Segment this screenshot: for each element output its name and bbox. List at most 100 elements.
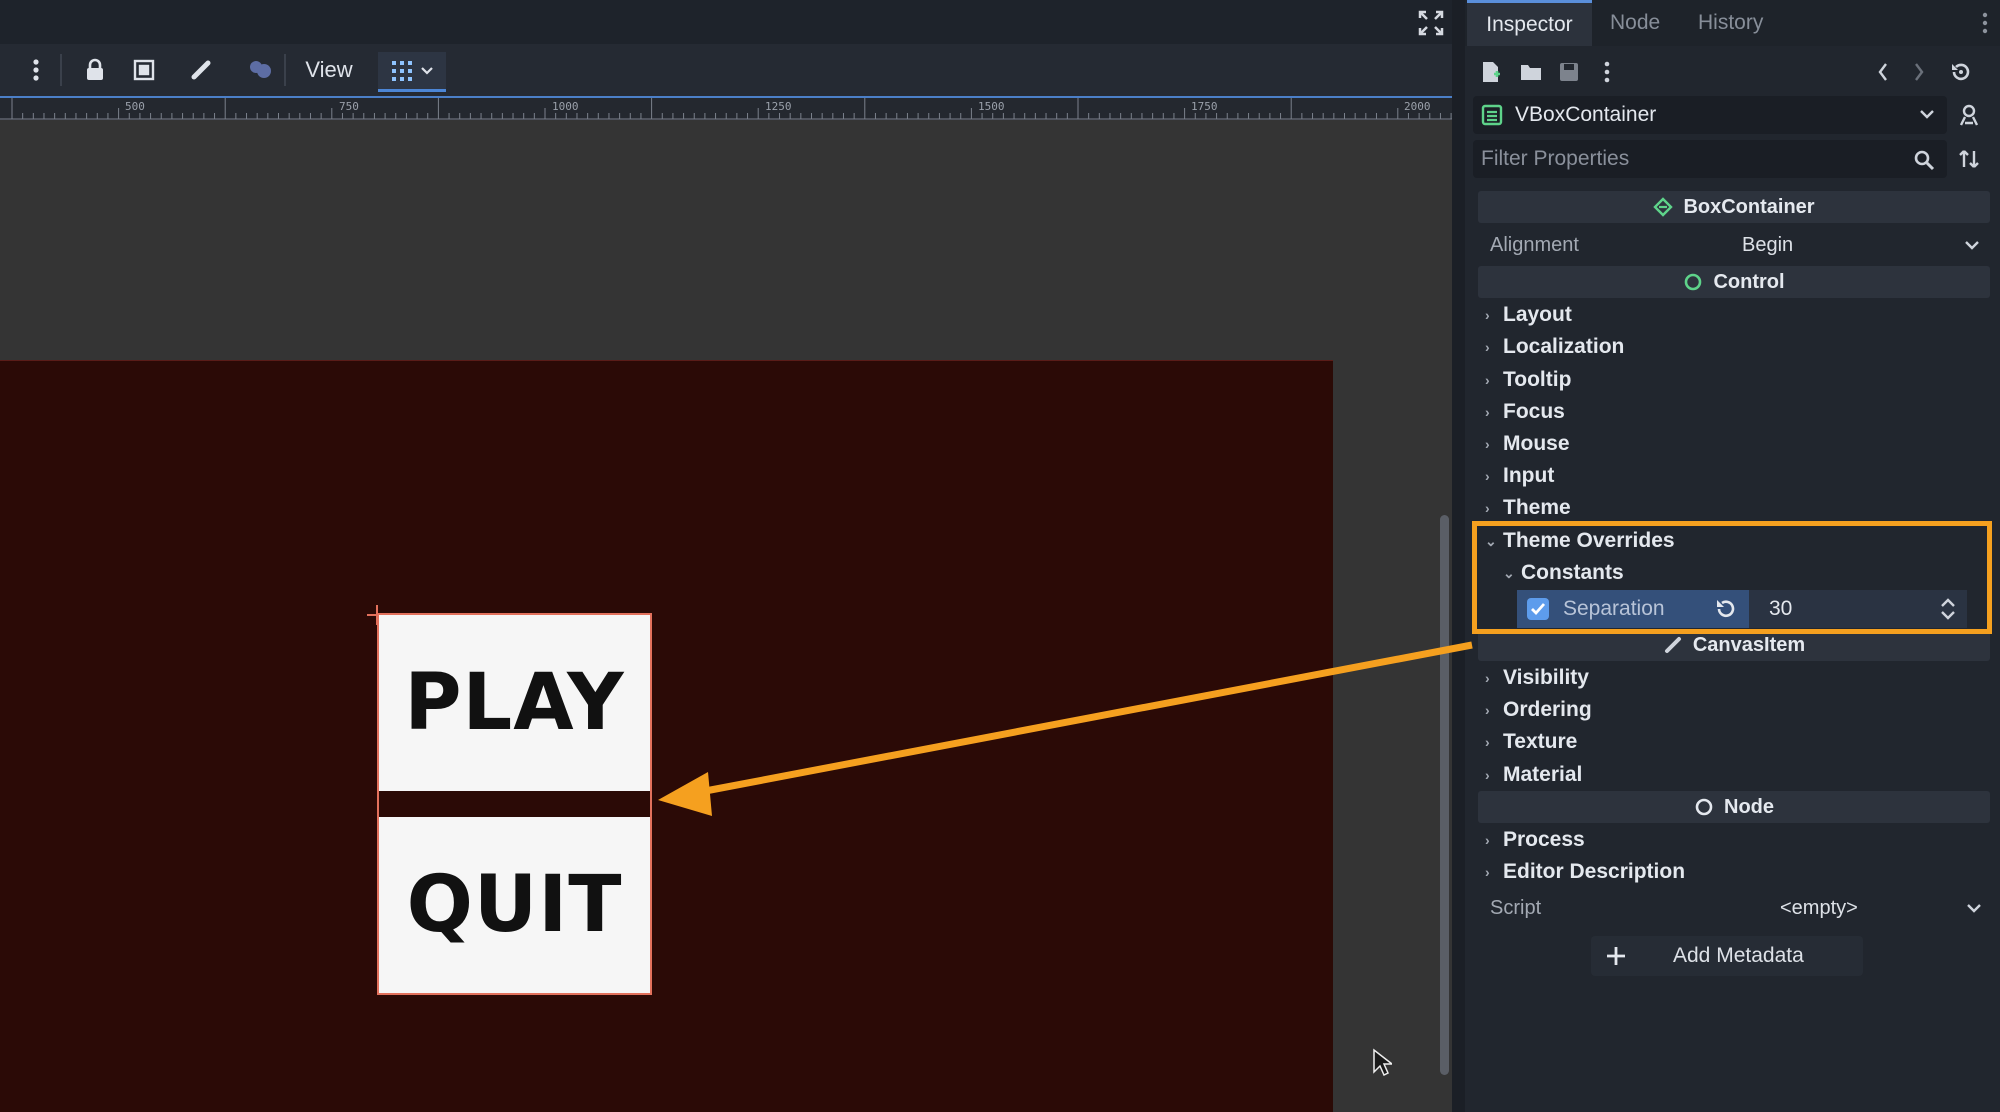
chevron-right-icon: › <box>1485 404 1490 420</box>
add-metadata-label: Add Metadata <box>1673 944 1804 967</box>
fullscreen-icon[interactable] <box>1418 10 1444 36</box>
group-label: Editor Description <box>1503 860 1686 883</box>
bone-icon[interactable] <box>186 50 216 90</box>
node-type-selector[interactable]: VBoxContainer <box>1473 96 1947 134</box>
viewport-topbar <box>0 0 1452 44</box>
chevron-right-icon: › <box>1485 864 1490 880</box>
group-focus[interactable]: › Focus <box>1485 396 1565 428</box>
tab-history[interactable]: History <box>1698 0 1763 46</box>
group-label: Focus <box>1503 400 1565 423</box>
chevron-right-icon: › <box>1485 500 1490 516</box>
open-folder-icon[interactable] <box>1517 58 1545 86</box>
view-menu[interactable]: View <box>296 50 362 90</box>
group-label: Ordering <box>1503 698 1592 721</box>
group-label: Tooltip <box>1503 368 1572 391</box>
ruler-label: 1000 <box>552 100 579 113</box>
tab-node[interactable]: Node <box>1610 0 1660 46</box>
resource-options-icon[interactable] <box>1593 58 1621 86</box>
group-label: Texture <box>1503 730 1578 753</box>
grid-snap-icon <box>392 60 412 81</box>
plus-icon <box>1607 947 1625 965</box>
ruler-label: 1500 <box>978 100 1005 113</box>
group-editor-description[interactable]: › Editor Description <box>1485 856 1685 888</box>
panel-divider[interactable] <box>1452 0 1465 1112</box>
group-theme[interactable]: › Theme <box>1485 492 1571 524</box>
vertical-scrollbar[interactable] <box>1440 515 1449 1075</box>
section-title: BoxContainer <box>1683 195 1815 218</box>
group-layout[interactable]: › Layout <box>1485 299 1572 331</box>
vbox-container[interactable]: PLAY QUIT <box>377 613 652 995</box>
filter-properties-box <box>1473 140 1947 178</box>
boxcontainer-icon <box>1653 197 1674 217</box>
canvas-background <box>0 120 1452 360</box>
chevron-right-icon: › <box>1485 832 1490 848</box>
new-resource-icon[interactable] <box>1477 58 1505 86</box>
node-type-label: VBoxContainer <box>1515 103 1657 126</box>
sort-properties-icon[interactable] <box>1955 145 1983 173</box>
section-boxcontainer[interactable]: BoxContainer <box>1478 191 1990 223</box>
save-icon[interactable] <box>1555 58 1583 86</box>
canvasitem-icon <box>1664 637 1681 653</box>
play-button[interactable]: PLAY <box>379 615 650 791</box>
ruler-label: 750 <box>339 100 359 113</box>
dropdown-value: Begin <box>1742 233 1794 256</box>
group-label: Mouse <box>1503 432 1570 455</box>
chevron-right-icon: › <box>1485 468 1490 484</box>
add-metadata-button[interactable]: Add Metadata <box>1591 936 1863 976</box>
chevron-down-icon <box>1920 110 1934 119</box>
group-localization[interactable]: › Localization <box>1485 331 1624 363</box>
control-icon <box>1685 273 1702 291</box>
alignment-dropdown[interactable]: Begin <box>1734 229 1984 261</box>
chevron-right-icon: › <box>1485 767 1490 783</box>
group-tooltip[interactable]: › Tooltip <box>1485 364 1571 396</box>
history-forward-icon[interactable] <box>1905 58 1933 86</box>
chevron-down-icon <box>1967 904 1981 913</box>
toolbar-divider <box>284 54 286 86</box>
group-texture[interactable]: › Texture <box>1485 726 1577 758</box>
annotation-highlight-box <box>1472 521 1992 634</box>
alignment-property: Alignment Begin <box>1478 229 1990 261</box>
group-ordering[interactable]: › Ordering <box>1485 694 1592 726</box>
group-label: Theme <box>1503 496 1571 519</box>
chevron-right-icon: › <box>1485 339 1490 355</box>
section-title: CanvasItem <box>1692 633 1806 656</box>
search-icon <box>1914 150 1935 171</box>
section-control[interactable]: Control <box>1478 266 1990 298</box>
object-history-icon[interactable] <box>1947 58 1975 86</box>
script-picker[interactable]: <empty> <box>1734 892 1984 924</box>
lock-icon[interactable] <box>80 50 110 90</box>
canvas-viewport[interactable]: View 500 750 1000 1250 1500 1750 2000 PL… <box>0 0 1452 1112</box>
more-options-icon[interactable] <box>22 50 50 90</box>
chevron-right-icon: › <box>1485 734 1490 750</box>
snap-options-button[interactable] <box>378 52 446 92</box>
ruler-label: 1750 <box>1191 100 1218 113</box>
camera-icon[interactable] <box>244 50 276 90</box>
tab-inspector[interactable]: Inspector <box>1467 0 1592 46</box>
history-back-icon[interactable] <box>1869 58 1897 86</box>
group-visibility[interactable]: › Visibility <box>1485 662 1589 694</box>
chevron-down-icon <box>1965 241 1979 250</box>
dock-menu-icon[interactable] <box>1982 12 1988 39</box>
group-mouse[interactable]: › Mouse <box>1485 428 1570 460</box>
group-material[interactable]: › Material <box>1485 759 1582 791</box>
chevron-right-icon: › <box>1485 702 1490 718</box>
group-input[interactable]: › Input <box>1485 460 1554 492</box>
inspector-toolbar <box>1465 50 2000 96</box>
ruler-label: 2000 <box>1404 100 1431 113</box>
object-properties-icon[interactable] <box>1955 101 1983 129</box>
group-process[interactable]: › Process <box>1485 824 1585 856</box>
section-node[interactable]: Node <box>1478 791 1990 823</box>
group-label: Material <box>1503 763 1583 786</box>
group-label: Localization <box>1503 335 1625 358</box>
vbox-container-icon <box>1481 104 1503 126</box>
group-icon[interactable] <box>128 50 160 90</box>
group-label: Layout <box>1503 303 1572 326</box>
section-title: Node <box>1724 795 1774 818</box>
chevron-right-icon: › <box>1485 436 1490 452</box>
filter-properties-input[interactable] <box>1473 140 1893 178</box>
section-title: Control <box>1713 270 1785 293</box>
chevron-right-icon: › <box>1485 307 1490 323</box>
mouse-cursor-icon <box>1373 1048 1392 1077</box>
property-label: Alignment <box>1490 233 1579 256</box>
quit-button[interactable]: QUIT <box>379 817 650 993</box>
